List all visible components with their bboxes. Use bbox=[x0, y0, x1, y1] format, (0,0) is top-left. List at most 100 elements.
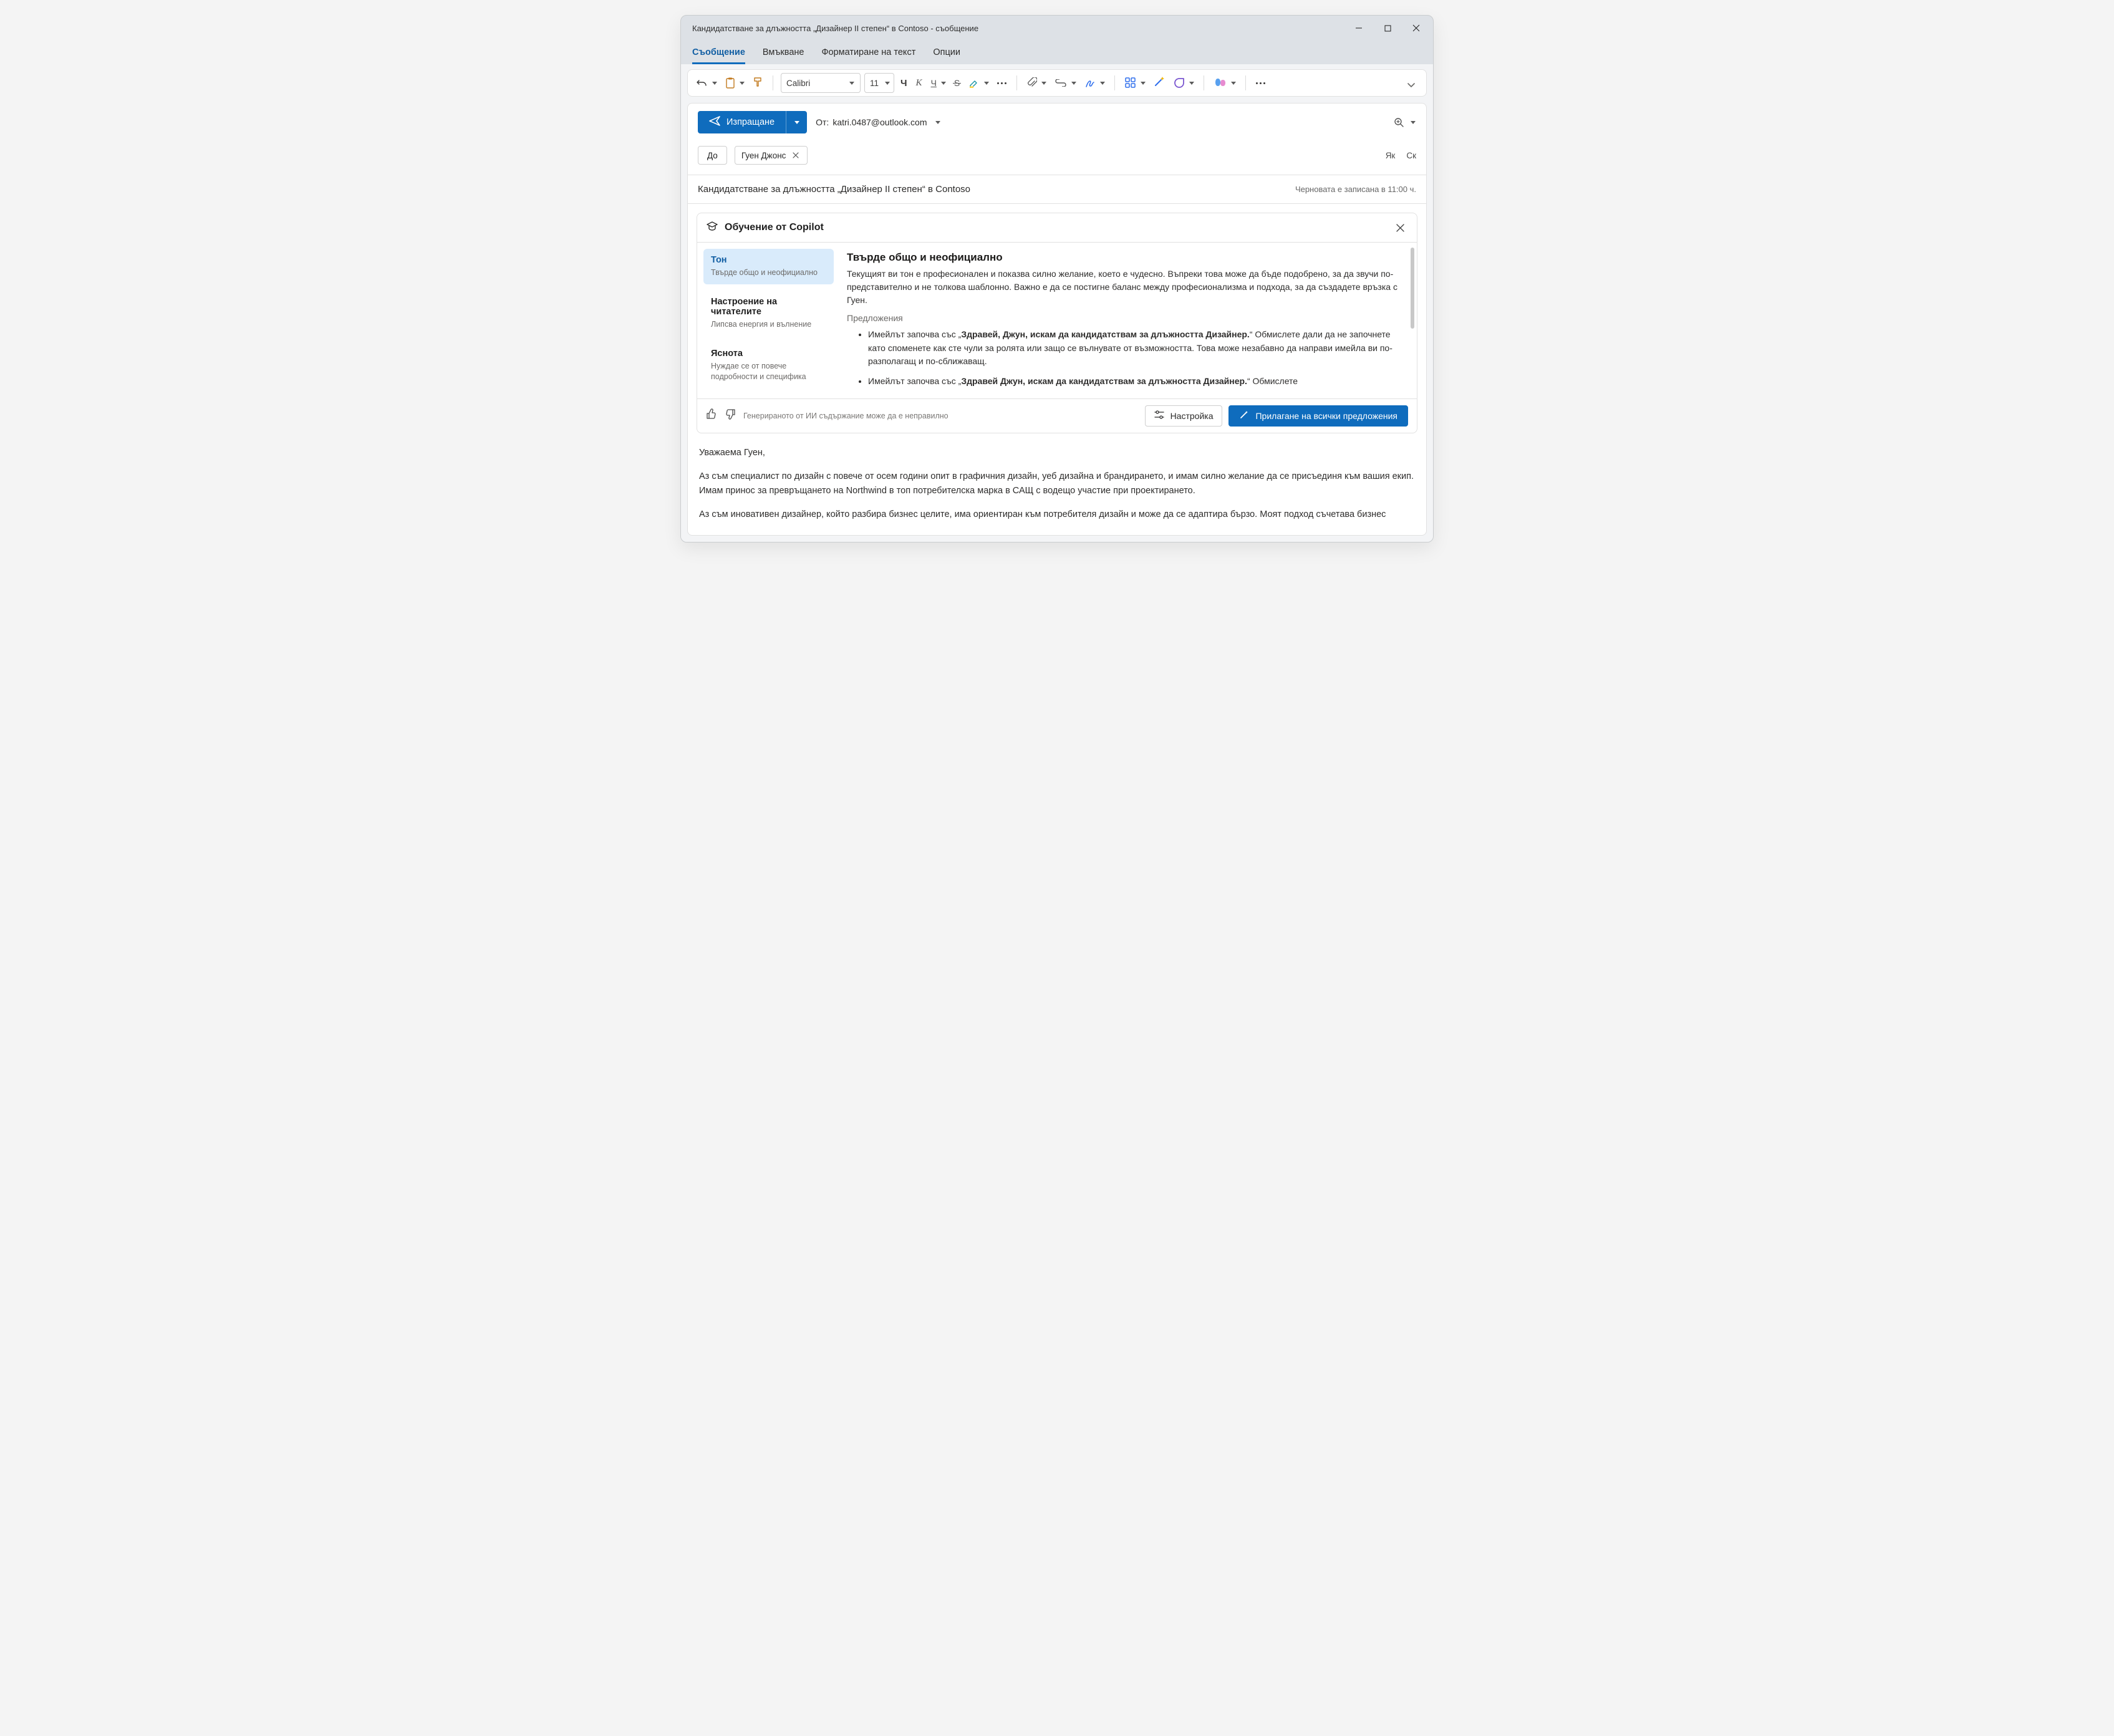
ellipsis-icon bbox=[997, 82, 1006, 84]
link-icon bbox=[1052, 73, 1069, 93]
nav-item-desc: Твърде общо и неофициално bbox=[711, 268, 826, 278]
insert-link-split[interactable] bbox=[1052, 73, 1078, 93]
coaching-icon bbox=[706, 221, 718, 235]
copilot-nav-sentiment[interactable]: Настроение на читателите Липсва енергия … bbox=[703, 291, 834, 336]
nav-item-title: Тон bbox=[711, 255, 826, 265]
send-options-button[interactable] bbox=[786, 111, 807, 133]
paste-caret[interactable] bbox=[738, 73, 746, 93]
remove-recipient-button[interactable] bbox=[791, 150, 801, 160]
bold-button[interactable]: Ч bbox=[898, 73, 910, 93]
ribbon-overflow-button[interactable] bbox=[1253, 73, 1268, 93]
underline-split[interactable]: Ч bbox=[929, 73, 948, 93]
maximize-button[interactable] bbox=[1373, 16, 1402, 41]
zoom-button[interactable] bbox=[1394, 117, 1404, 127]
suggestion-item: Имейлът започва със „Здравей Джун, искам… bbox=[868, 375, 1396, 388]
ribbon-expand-button[interactable] bbox=[1402, 76, 1420, 94]
ellipsis-icon bbox=[1256, 82, 1265, 84]
window-title: Кандидатстване за длъжността „Дизайнер I… bbox=[692, 24, 978, 33]
thumbs-down-button[interactable] bbox=[725, 408, 736, 423]
from-prefix: От: bbox=[816, 117, 829, 127]
scrollbar-thumb[interactable] bbox=[1411, 248, 1414, 329]
apps-split[interactable] bbox=[1122, 73, 1147, 93]
copilot-ribbon-split[interactable] bbox=[1212, 73, 1238, 93]
email-paragraph: Аз съм иновативен дизайнер, който разбир… bbox=[699, 508, 1415, 521]
format-painter-button[interactable] bbox=[750, 73, 765, 93]
chevron-down-icon[interactable] bbox=[1410, 119, 1416, 125]
recipient-pill[interactable]: Гуен Джонс bbox=[735, 146, 808, 165]
font-name-combo[interactable]: Calibri bbox=[781, 73, 861, 93]
from-selector[interactable]: От: katri.0487@outlook.com bbox=[816, 117, 940, 127]
highlighter-icon bbox=[966, 73, 982, 93]
tab-options[interactable]: Опции bbox=[933, 44, 960, 64]
tab-insert[interactable]: Вмъкване bbox=[763, 44, 804, 64]
bcc-button[interactable]: Ск bbox=[1406, 151, 1416, 160]
copilot-nav-tone[interactable]: Тон Твърде общо и неофициално bbox=[703, 249, 834, 284]
copilot-caret[interactable] bbox=[1229, 73, 1238, 93]
highlight-split[interactable] bbox=[966, 73, 991, 93]
send-split-button[interactable]: Изпращане bbox=[698, 111, 807, 133]
separator bbox=[1114, 75, 1115, 90]
highlight-caret[interactable] bbox=[982, 73, 991, 93]
loop-component-split[interactable] bbox=[1171, 73, 1196, 93]
apply-all-button[interactable]: Прилагане на всички предложения bbox=[1228, 405, 1408, 427]
copilot-close-button[interactable] bbox=[1392, 219, 1408, 236]
italic-button[interactable]: K bbox=[914, 73, 925, 93]
undo-caret[interactable] bbox=[710, 73, 719, 93]
titlebar: Кандидатстване за длъжността „Дизайнер I… bbox=[681, 16, 1433, 41]
attach-file-split[interactable] bbox=[1025, 73, 1048, 93]
paste-split[interactable] bbox=[723, 73, 746, 93]
copilot-nav: Тон Твърде общо и неофициално Настроение… bbox=[697, 243, 841, 398]
ribbon-tabs: Съобщение Вмъкване Форматиране на текст … bbox=[681, 41, 1433, 64]
email-body-editor[interactable]: Уважаема Гуен, Аз съм специалист по диза… bbox=[688, 433, 1426, 535]
tune-button[interactable]: Настройка bbox=[1145, 405, 1223, 427]
tab-message[interactable]: Съобщение bbox=[692, 44, 745, 64]
suggestions-label: Предложения bbox=[847, 313, 1404, 323]
cc-button[interactable]: Як bbox=[1386, 151, 1396, 160]
nav-item-title: Яснота bbox=[711, 349, 826, 359]
signature-caret[interactable] bbox=[1098, 73, 1107, 93]
undo-split[interactable] bbox=[694, 73, 719, 93]
loop-icon bbox=[1171, 73, 1187, 93]
loop-caret[interactable] bbox=[1187, 73, 1196, 93]
from-address: katri.0487@outlook.com bbox=[833, 117, 927, 127]
minimize-button[interactable] bbox=[1344, 16, 1373, 41]
send-icon bbox=[709, 116, 720, 128]
separator bbox=[1245, 75, 1246, 90]
chevron-down-icon bbox=[849, 80, 855, 86]
signature-split[interactable] bbox=[1082, 73, 1107, 93]
tab-format-text[interactable]: Форматиране на текст bbox=[821, 44, 915, 64]
subject-input[interactable]: Кандидатстване за длъжността „Дизайнер I… bbox=[698, 184, 1285, 195]
attach-caret[interactable] bbox=[1040, 73, 1048, 93]
font-more-button[interactable] bbox=[995, 73, 1009, 93]
compose-window: Кандидатстване за длъжността „Дизайнер I… bbox=[680, 15, 1434, 542]
underline-caret[interactable] bbox=[939, 73, 948, 93]
window-controls bbox=[1344, 16, 1431, 41]
suggestions-list: Имейлът започва със „Здравей, Джун, иска… bbox=[847, 328, 1404, 388]
apply-all-label: Прилагане на всички предложения bbox=[1255, 411, 1397, 421]
send-button[interactable]: Изпращане bbox=[698, 111, 786, 133]
copilot-coaching-title: Обучение от Copilot bbox=[725, 222, 824, 233]
apps-caret[interactable] bbox=[1139, 73, 1147, 93]
tune-label: Настройка bbox=[1170, 411, 1214, 421]
email-paragraph: Аз съм специалист по дизайн с повече от … bbox=[699, 470, 1415, 498]
composer-card: Изпращане От: katri.0487@outlook.com bbox=[687, 103, 1427, 536]
to-button[interactable]: До bbox=[698, 146, 727, 165]
underline-icon: Ч bbox=[929, 73, 939, 93]
ribbon-toolbar: Calibri 11 Ч K Ч bbox=[687, 69, 1427, 97]
suggestion-item: Имейлът започва със „Здравей, Джун, иска… bbox=[868, 328, 1396, 369]
recipients-row: До Гуен Джонс Як Ск bbox=[688, 141, 1426, 175]
copilot-icon bbox=[1212, 73, 1229, 93]
copilot-nav-clarity[interactable]: Яснота Нуждае се от повече подробности и… bbox=[703, 342, 834, 388]
close-window-button[interactable] bbox=[1402, 16, 1431, 41]
thumbs-up-button[interactable] bbox=[706, 408, 717, 423]
editor-insights-button[interactable] bbox=[1151, 73, 1167, 93]
italic-icon: K bbox=[916, 78, 922, 89]
copilot-coaching-card: Обучение от Copilot Тон Твърде общо и не… bbox=[697, 213, 1417, 433]
paintbrush-icon bbox=[753, 76, 763, 90]
subject-row: Кандидатстване за длъжността „Дизайнер I… bbox=[688, 175, 1426, 204]
bold-icon: Ч bbox=[900, 78, 907, 89]
chevron-down-icon bbox=[935, 119, 941, 125]
link-caret[interactable] bbox=[1069, 73, 1078, 93]
font-size-combo[interactable]: 11 bbox=[864, 73, 894, 93]
strikethrough-button[interactable]: S bbox=[952, 73, 962, 93]
